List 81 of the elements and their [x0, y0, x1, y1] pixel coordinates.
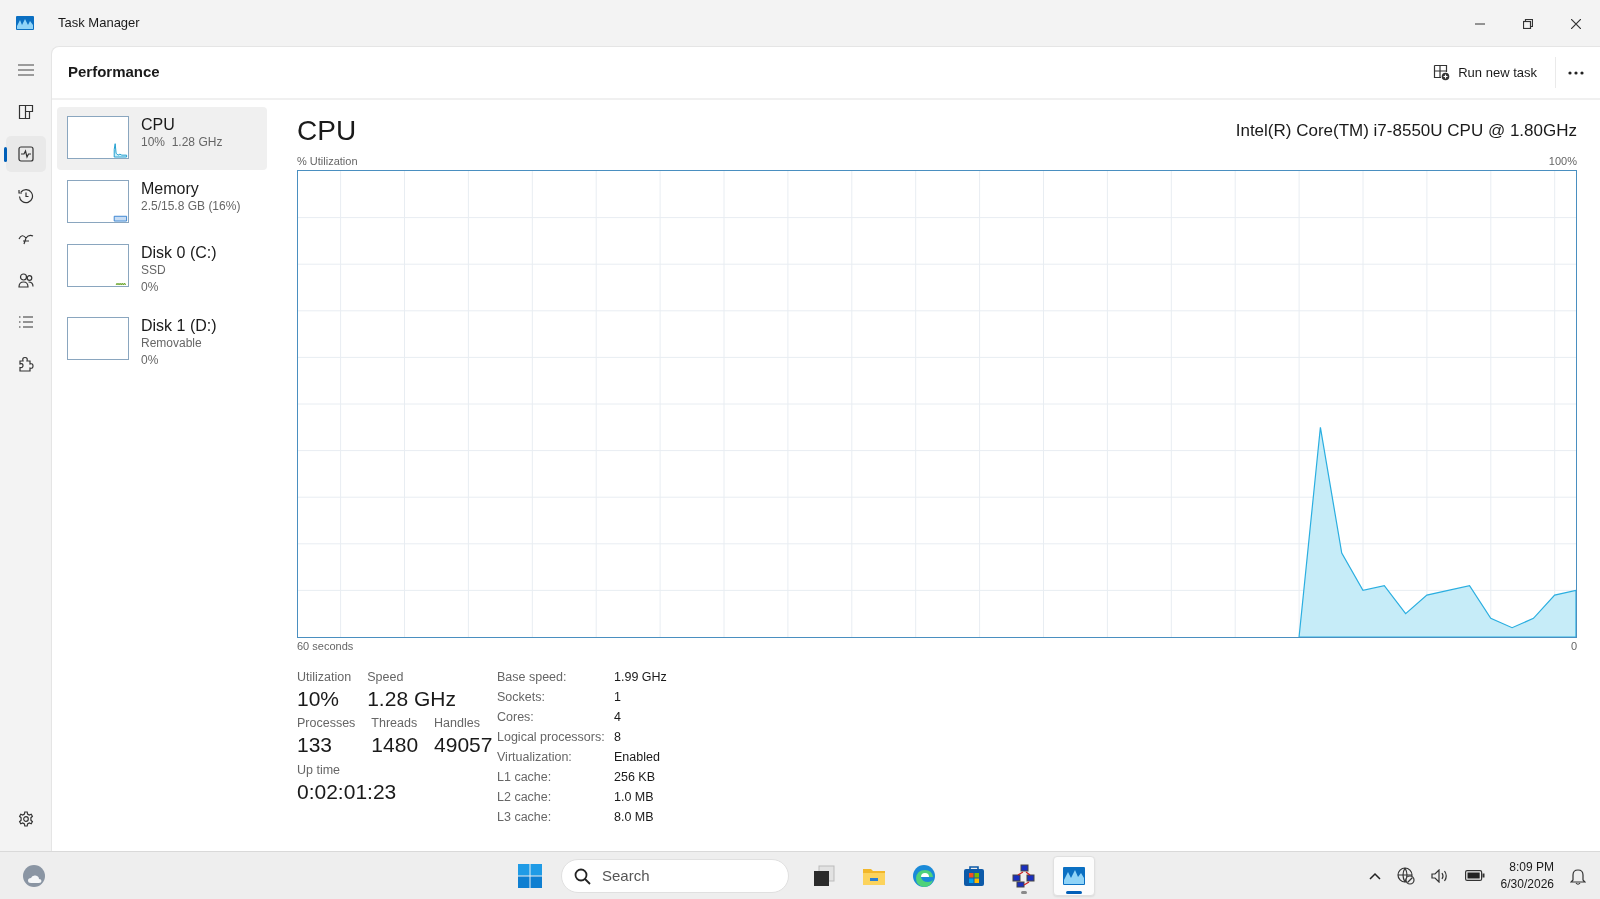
stat-label: Utilization [297, 670, 352, 685]
windows-stack-icon [812, 863, 836, 888]
stat-label: Processes [297, 716, 356, 732]
spec-value: 8.0 MB [614, 809, 655, 826]
spec-value: 8 [614, 729, 622, 746]
window-title: Task Manager [58, 14, 140, 33]
device-detail: Removable [141, 335, 203, 352]
stat-label: Speed [367, 670, 405, 685]
puzzle-icon [17, 356, 34, 372]
bell-icon[interactable] [1570, 866, 1586, 885]
stat-value: 49057 [434, 732, 493, 759]
network-computers-icon [1012, 863, 1036, 888]
pulse-icon [17, 146, 34, 162]
device-name: Disk 0 (C:) [141, 243, 217, 263]
spec-label: Base speed: [497, 669, 568, 686]
globe-icon[interactable] [1396, 866, 1415, 885]
spec-label: Sockets: [497, 689, 546, 706]
search-icon [574, 867, 591, 885]
app-logo-icon [16, 16, 34, 30]
stat-value: 0:02:01:23 [297, 778, 397, 805]
device-item[interactable]: Disk 1 (D:) Removable 0% [57, 308, 267, 380]
device-detail: 0% [141, 279, 160, 296]
weather-icon[interactable] [22, 863, 46, 888]
spec-value: 256 KB [614, 769, 656, 786]
detail-title: CPU [297, 117, 357, 145]
axis-label: % Utilization [297, 154, 358, 169]
spec-value: Enabled [614, 749, 661, 766]
spec-label: Virtualization: [497, 749, 573, 766]
browser-logo-icon [912, 863, 936, 888]
stat-value: 1480 [371, 732, 419, 759]
spec-label: Logical processors: [497, 729, 606, 746]
settings-icon [17, 811, 34, 827]
device-detail: SSD [141, 262, 167, 279]
shopping-bag-icon [962, 863, 986, 888]
axis-label: 100% [1548, 154, 1577, 169]
restore-icon [1523, 18, 1533, 29]
axis-label: 60 seconds [297, 638, 354, 654]
chevron-up-icon[interactable] [1368, 871, 1381, 880]
device-item[interactable]: Disk 0 (C:) SSD 0% [57, 235, 267, 307]
spec-label: L3 cache: [497, 809, 553, 826]
spec-value: 1 [614, 689, 622, 706]
device-item[interactable]: Memory 2.5/15.8 GB (16%) [57, 171, 267, 234]
search-field[interactable]: Search [561, 858, 789, 893]
device-detail: 0% [141, 352, 160, 369]
run-task-button[interactable]: Run new task [1423, 56, 1547, 89]
battery-icon[interactable] [1464, 870, 1485, 881]
cpu-model: Intel(R) Core(TM) i7-8550U CPU @ 1.80GHz [1235, 119, 1577, 142]
axis-label: 0 [1570, 638, 1577, 654]
windows-logo-icon [518, 863, 542, 888]
speaker-icon[interactable] [1430, 868, 1449, 883]
stat-value: 1.28 GHz [367, 686, 456, 712]
spec-label: L1 cache: [497, 769, 553, 786]
spec-label: Cores: [497, 709, 535, 726]
device-name: Disk 1 (D:) [141, 316, 217, 336]
spec-value: 1.99 GHz [614, 669, 667, 686]
device-name: Memory [141, 179, 200, 199]
taskbar-app[interactable] [1053, 855, 1095, 896]
users-icon [17, 272, 34, 288]
spec-label: L2 cache: [497, 789, 553, 806]
device-item[interactable]: CPU 10% 1.28 GHz [57, 107, 267, 170]
more-icon [1568, 71, 1584, 76]
nav-tab[interactable] [5, 136, 46, 172]
clock-time: 8:09 PM [1508, 859, 1554, 876]
spec-value: 1.0 MB [614, 789, 655, 806]
close-icon [1571, 18, 1581, 29]
page-title: Performance [68, 62, 160, 83]
stat-value: 10% [297, 686, 341, 712]
clock-date: 6/30/2026 [1500, 875, 1554, 892]
list-icon [17, 314, 34, 330]
stat-value: 133 [297, 732, 334, 759]
device-detail: 2.5/15.8 GB (16%) [141, 198, 241, 215]
history-icon [17, 188, 34, 204]
stat-label: Threads [371, 716, 419, 732]
grid-icon [17, 104, 34, 120]
menu-icon [17, 64, 34, 76]
device-detail: 10% 1.28 GHz [141, 134, 223, 151]
stat-label: Handles [434, 716, 481, 732]
device-name: CPU [141, 115, 176, 135]
stat-label: Up time [297, 762, 342, 778]
window-add-icon [1433, 64, 1451, 81]
spec-value: 4 [614, 709, 622, 726]
